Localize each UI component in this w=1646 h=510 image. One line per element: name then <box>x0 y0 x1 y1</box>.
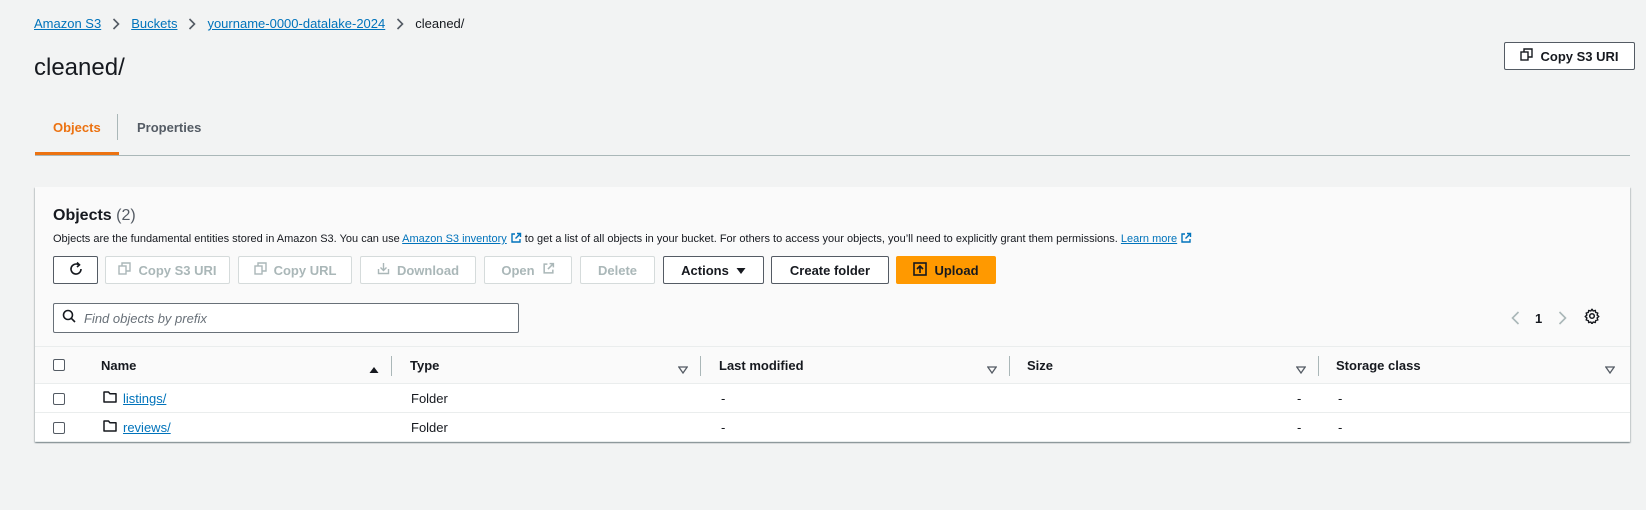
search-box <box>53 303 519 333</box>
column-divider[interactable] <box>700 356 701 376</box>
refresh-button[interactable] <box>53 256 98 284</box>
open-label: Open <box>501 262 535 278</box>
tab-properties-label: Properties <box>137 120 202 135</box>
copy-icon <box>118 262 132 278</box>
column-header-size[interactable]: Size <box>1027 347 1053 384</box>
caret-down-icon <box>736 263 746 278</box>
row-last-modified: - <box>721 420 726 435</box>
create-folder-button[interactable]: Create folder <box>771 256 889 284</box>
column-header-last-modified[interactable]: Last modified <box>719 347 804 384</box>
folder-link[interactable]: listings/ <box>123 384 166 413</box>
sort-icon[interactable] <box>677 361 689 379</box>
description-text-2: to get a list of all objects in your buc… <box>521 233 1121 245</box>
delete-label: Delete <box>597 262 638 278</box>
page-title: cleaned/ <box>34 54 125 81</box>
column-divider[interactable] <box>1318 356 1319 376</box>
folder-link[interactable]: reviews/ <box>123 413 171 442</box>
external-link-icon <box>542 262 555 278</box>
chevron-right-icon <box>112 17 120 30</box>
copy-url-label: Copy URL <box>273 262 337 278</box>
upload-button[interactable]: Upload <box>896 256 996 284</box>
create-folder-label: Create folder <box>789 262 871 278</box>
description-text-1: Objects are the fundamental entities sto… <box>53 233 403 245</box>
search-input[interactable] <box>84 310 504 326</box>
objects-panel-title: Objects (2) <box>53 207 136 225</box>
copy-s3-uri-toolbar-button[interactable]: Copy S3 URI <box>105 256 230 284</box>
column-header-name[interactable]: Name <box>101 347 136 384</box>
breadcrumb-amazon-s3[interactable]: Amazon S3 <box>34 16 101 31</box>
copy-s3-uri-button[interactable]: Copy S3 URI <box>1504 42 1635 70</box>
table-header: Name Type Last modified Size Storage cla… <box>35 347 1630 384</box>
chevron-right-icon <box>188 17 197 30</box>
copy-icon <box>253 262 267 278</box>
learn-more-link[interactable]: Learn more <box>1120 232 1192 247</box>
row-type: Folder <box>411 391 448 406</box>
refresh-icon <box>68 261 84 280</box>
objects-panel-header: Objects (2) Objects are the fundamental … <box>35 187 1630 347</box>
page-number[interactable]: 1 <box>1535 311 1542 326</box>
row-name-cell: reviews/ <box>103 413 171 442</box>
upload-icon <box>913 261 928 279</box>
objects-count: (2) <box>116 207 136 224</box>
external-link-icon <box>510 232 522 247</box>
row-checkbox[interactable] <box>53 393 65 405</box>
row-checkbox[interactable] <box>53 422 65 434</box>
breadcrumb-current: cleaned/ <box>415 16 465 31</box>
table-row: reviews/ Folder - - - <box>35 413 1630 442</box>
column-divider[interactable] <box>1009 356 1010 376</box>
copy-s3-uri-toolbar-label: Copy S3 URI <box>138 262 217 278</box>
tab-objects[interactable]: Objects <box>35 110 119 155</box>
external-link-icon <box>1180 232 1192 247</box>
download-label: Download <box>396 262 460 278</box>
row-storage-class: - <box>1338 391 1343 406</box>
sort-icon[interactable] <box>1604 361 1616 379</box>
copy-url-button[interactable]: Copy URL <box>238 256 352 284</box>
breadcrumb-bucket[interactable]: yourname-0000-datalake-2024 <box>207 16 385 31</box>
tab-bar: Objects Properties <box>35 110 1630 156</box>
delete-button[interactable]: Delete <box>580 256 655 284</box>
amazon-s3-inventory-link[interactable]: Amazon S3 inventory <box>402 232 522 247</box>
pagination: 1 <box>1505 305 1572 331</box>
row-name-cell: listings/ <box>103 384 166 413</box>
table-row: listings/ Folder - - - <box>35 384 1630 413</box>
folder-icon <box>103 413 117 442</box>
download-icon <box>377 262 390 278</box>
objects-panel: Objects (2) Objects are the fundamental … <box>35 187 1630 442</box>
row-size: - <box>1297 420 1302 435</box>
actions-dropdown[interactable]: Actions <box>663 256 764 284</box>
upload-label: Upload <box>934 262 979 278</box>
folder-icon <box>103 384 117 413</box>
sort-ascending-icon[interactable] <box>369 361 379 379</box>
open-button[interactable]: Open <box>484 256 572 284</box>
search-icon <box>62 309 76 328</box>
sort-icon[interactable] <box>1295 361 1307 379</box>
sort-icon[interactable] <box>986 361 998 379</box>
copy-icon <box>1520 48 1534 64</box>
column-header-storage-class[interactable]: Storage class <box>1336 347 1421 384</box>
row-type: Folder <box>411 420 448 435</box>
breadcrumb: Amazon S3 Buckets yourname-0000-datalake… <box>34 16 464 31</box>
chevron-right-icon[interactable] <box>1552 311 1572 325</box>
tab-divider <box>117 114 118 140</box>
row-last-modified: - <box>721 391 726 406</box>
objects-description: Objects are the fundamental entities sto… <box>53 232 1192 247</box>
row-size: - <box>1297 391 1302 406</box>
tab-objects-label: Objects <box>53 120 101 135</box>
objects-title-text: Objects <box>53 207 112 224</box>
select-all-checkbox[interactable] <box>53 359 65 371</box>
column-header-type[interactable]: Type <box>410 347 439 384</box>
actions-label: Actions <box>681 262 729 278</box>
column-divider[interactable] <box>391 356 392 376</box>
settings-icon[interactable] <box>1584 308 1600 329</box>
copy-s3-uri-label: Copy S3 URI <box>1540 48 1619 64</box>
chevron-right-icon <box>396 17 404 30</box>
download-button[interactable]: Download <box>360 256 476 284</box>
learn-more-label: Learn more <box>1120 233 1178 245</box>
tab-properties[interactable]: Properties <box>119 110 219 156</box>
row-storage-class: - <box>1338 420 1343 435</box>
breadcrumb-buckets[interactable]: Buckets <box>131 16 177 31</box>
amazon-s3-inventory-label: Amazon S3 inventory <box>402 233 507 245</box>
chevron-left-icon[interactable] <box>1505 311 1525 325</box>
